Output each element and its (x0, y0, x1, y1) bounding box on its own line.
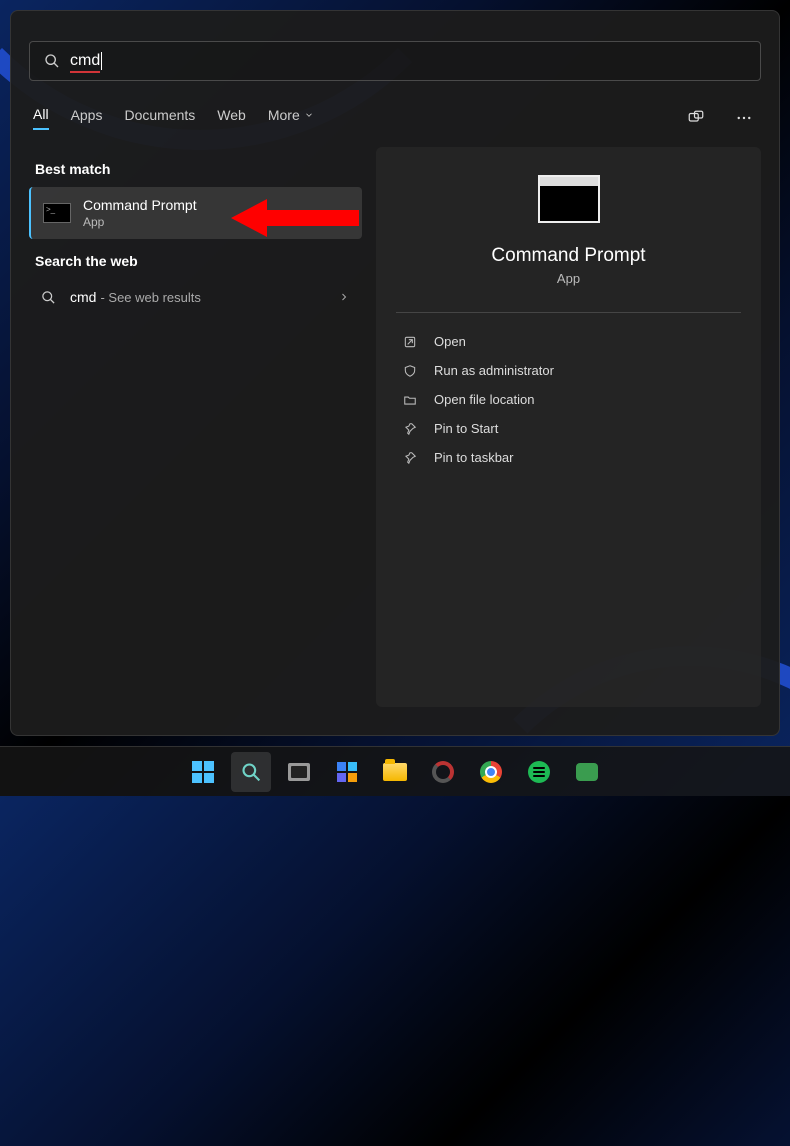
tab-web[interactable]: Web (217, 107, 246, 129)
chat-icon (576, 763, 598, 781)
command-prompt-icon-large (538, 175, 600, 223)
action-pin-to-taskbar[interactable]: Pin to taskbar (396, 443, 741, 472)
geforce-icon (432, 761, 454, 783)
widgets-button[interactable] (327, 752, 367, 792)
feedback-button[interactable] (683, 105, 709, 131)
tab-documents[interactable]: Documents (124, 107, 195, 129)
tab-more[interactable]: More (268, 107, 314, 129)
web-result-term: cmd (70, 289, 96, 305)
search-input-text[interactable]: cmd (70, 52, 100, 70)
taskbar-search-button[interactable] (231, 752, 271, 792)
filter-tabs: All Apps Documents Web More (29, 99, 761, 141)
action-open-file-location[interactable]: Open file location (396, 385, 741, 414)
taskbar-app-chat[interactable] (567, 752, 607, 792)
web-result[interactable]: cmd - See web results (29, 279, 362, 315)
action-run-as-admin[interactable]: Run as administrator (396, 356, 741, 385)
text-cursor (101, 52, 102, 70)
spotify-icon (528, 761, 550, 783)
widgets-icon (337, 762, 357, 782)
divider (396, 312, 741, 313)
search-icon (241, 762, 261, 782)
command-prompt-icon (43, 203, 71, 223)
folder-icon (402, 393, 418, 407)
tab-all[interactable]: All (33, 106, 49, 130)
windows-logo-icon (192, 761, 214, 783)
taskbar (0, 746, 790, 796)
action-open[interactable]: Open (396, 327, 741, 356)
task-view-button[interactable] (279, 752, 319, 792)
action-pin-to-start[interactable]: Pin to Start (396, 414, 741, 443)
pin-icon (402, 422, 418, 436)
detail-pane: Command Prompt App Open Run as administr… (376, 147, 761, 707)
search-icon (41, 290, 56, 305)
best-match-result[interactable]: Command Prompt App (29, 187, 362, 239)
taskbar-app-geforce[interactable] (423, 752, 463, 792)
chevron-right-icon (338, 291, 350, 303)
result-subtitle: App (83, 215, 197, 229)
tab-apps[interactable]: Apps (71, 107, 103, 129)
taskbar-app-spotify[interactable] (519, 752, 559, 792)
detail-title: Command Prompt (491, 245, 645, 267)
file-explorer-button[interactable] (375, 752, 415, 792)
pin-icon (402, 451, 418, 465)
taskbar-app-chrome[interactable] (471, 752, 511, 792)
more-options-button[interactable] (731, 105, 757, 131)
search-box[interactable]: cmd (29, 41, 761, 81)
result-title: Command Prompt (83, 197, 197, 213)
chevron-down-icon (304, 110, 314, 120)
annotation-arrow (231, 193, 361, 243)
chrome-icon (480, 761, 502, 783)
web-result-suffix: - See web results (100, 290, 200, 305)
section-best-match: Best match (35, 161, 362, 177)
open-icon (402, 335, 418, 349)
search-panel: cmd All Apps Documents Web More Best mat… (10, 10, 780, 736)
detail-subtitle: App (557, 271, 580, 286)
task-view-icon (288, 763, 310, 781)
section-search-web: Search the web (35, 253, 362, 269)
folder-icon (383, 763, 407, 781)
search-icon (44, 53, 60, 69)
shield-icon (402, 364, 418, 378)
start-button[interactable] (183, 752, 223, 792)
